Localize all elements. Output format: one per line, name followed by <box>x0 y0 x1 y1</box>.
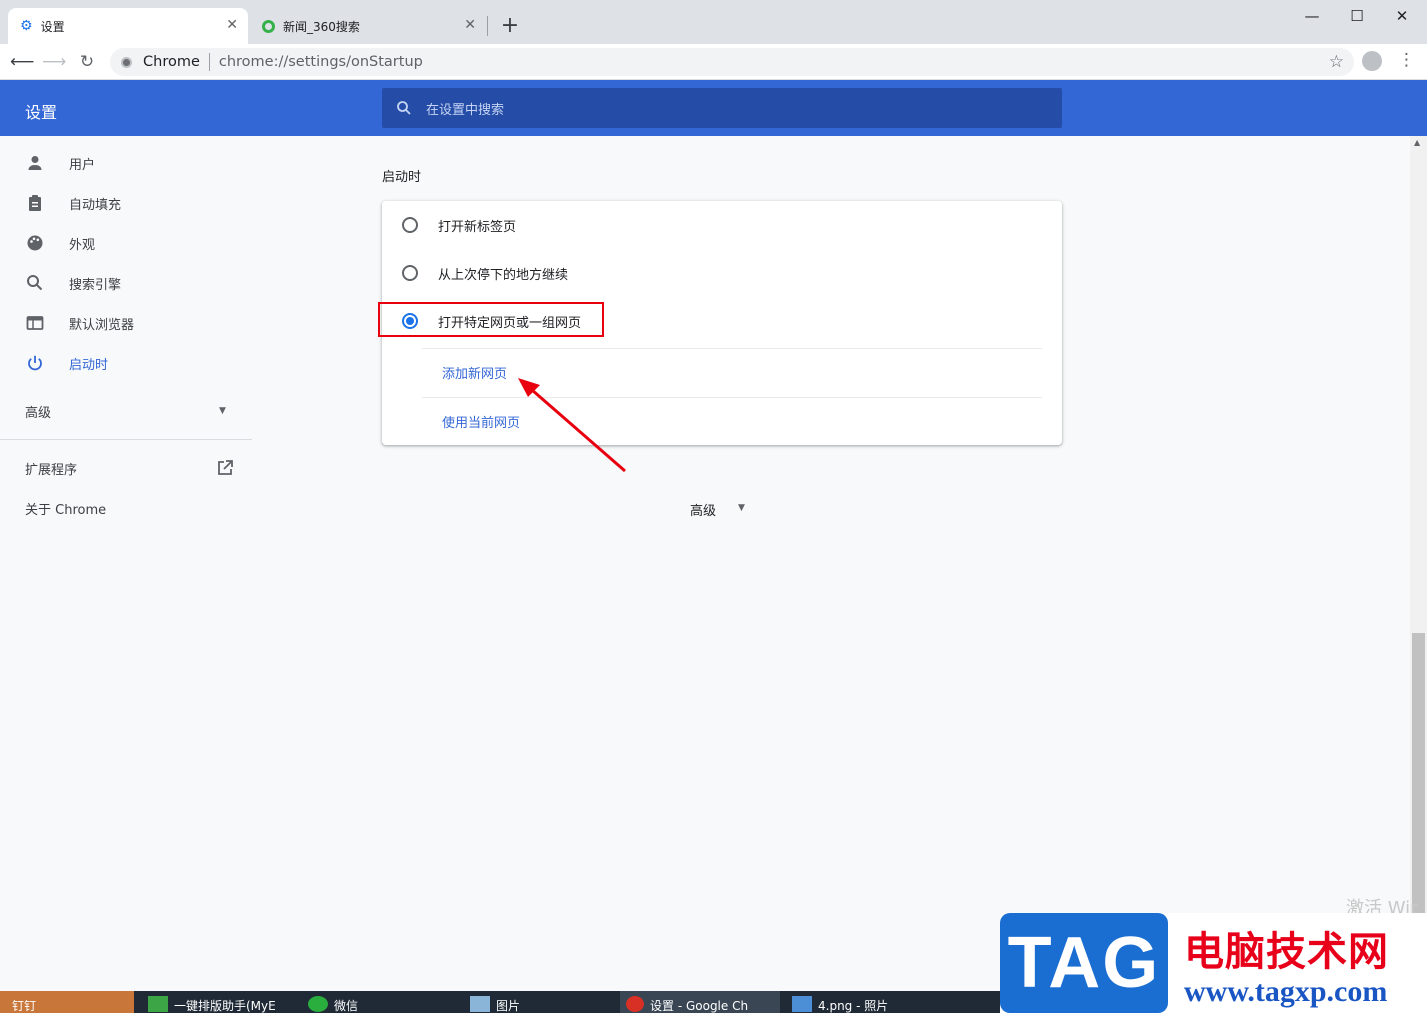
sidebar-item-extensions[interactable]: 扩展程序 <box>0 448 252 488</box>
settings-search-input[interactable]: 在设置中搜索 <box>382 88 1062 128</box>
palette-icon <box>27 235 43 251</box>
taskbar-label: 图片 <box>496 999 521 1013</box>
browser-window-icon <box>26 316 44 330</box>
person-icon <box>28 156 42 170</box>
omnibox-url: chrome://settings/onStartup <box>218 54 423 70</box>
taskbar-item-dingtalk[interactable]: 钉钉 <box>0 991 134 1013</box>
page-title: 设置 <box>25 103 58 122</box>
gear-icon: ⚙ <box>20 18 33 34</box>
sidebar-item-on-startup[interactable]: 启动时 <box>0 343 252 383</box>
browser-toolbar: ⟵ ⟶ ↻ Chrome chrome://settings/onStartup… <box>0 44 1427 80</box>
search-placeholder: 在设置中搜索 <box>426 102 505 118</box>
logo-chinese-text: 电脑技术网 <box>1184 929 1389 975</box>
app-icon <box>148 996 168 1012</box>
minimize-button[interactable]: — <box>1292 4 1332 28</box>
omnibox-divider <box>208 53 210 71</box>
tab-title: 新闻_360搜索 <box>283 19 360 34</box>
dropdown-arrow-icon: ▼ <box>219 406 226 416</box>
logo-url-text: www.tagxp.com <box>1184 975 1388 1008</box>
taskbar-item-wechat[interactable]: 微信 <box>302 991 452 1013</box>
sidebar-item-about-chrome[interactable]: 关于 Chrome <box>0 488 252 528</box>
close-tab-icon[interactable]: ✕ <box>464 17 476 33</box>
power-icon <box>28 355 42 371</box>
bookmark-star-icon[interactable]: ☆ <box>1329 52 1344 72</box>
profile-avatar-icon[interactable] <box>1362 51 1382 71</box>
radio-label: 从上次停下的地方继续 <box>438 267 569 283</box>
sidebar-item-label: 启动时 <box>69 357 109 373</box>
folder-icon <box>470 996 490 1012</box>
open-in-new-icon <box>218 460 233 475</box>
search-icon <box>397 101 411 115</box>
maximize-button[interactable]: ☐ <box>1337 4 1377 28</box>
sidebar-item-search-engine[interactable]: 搜索引擎 <box>0 263 252 303</box>
chrome-icon <box>626 996 644 1012</box>
sidebar-item-label: 外观 <box>69 237 96 253</box>
about-chrome-label: 关于 Chrome <box>25 502 107 518</box>
extensions-label: 扩展程序 <box>25 462 78 478</box>
sidebar-item-label: 默认浏览器 <box>69 317 135 333</box>
advanced-footer-label: 高级 <box>690 504 717 519</box>
radio-continue-where-left-off[interactable]: 从上次停下的地方继续 <box>382 249 1062 297</box>
scroll-up-arrow-icon[interactable]: ▲ <box>1414 138 1420 147</box>
taskbar-label: 钉钉 <box>12 999 37 1013</box>
sidebar-item-people[interactable]: 用户 <box>0 143 252 183</box>
reload-button[interactable]: ↻ <box>75 50 99 74</box>
settings-header: 设置 在设置中搜索 <box>0 80 1427 136</box>
sidebar-advanced-toggle[interactable]: 高级 ▼ <box>0 391 252 431</box>
taskbar-item-layout-helper[interactable]: 一键排版助手(MyE <box>142 991 292 1013</box>
tab-title: 设置 <box>40 19 65 34</box>
address-bar[interactable]: Chrome chrome://settings/onStartup ☆ <box>110 48 1354 76</box>
taskbar-item-photos[interactable]: 4.png - 照片 <box>786 991 956 1013</box>
settings-sidebar: 用户 自动填充 外观 搜索引擎 默认浏览器 启动时 高级 ▼ 扩展程序 关于 C… <box>0 136 252 991</box>
taskbar-label: 微信 <box>334 999 359 1013</box>
dropdown-arrow-icon: ▼ <box>738 503 745 513</box>
menu-kebab-icon[interactable]: ⋮ <box>1398 50 1415 70</box>
advanced-section-toggle[interactable]: 高级 ▼ <box>690 500 745 520</box>
radio-label: 打开新标签页 <box>438 219 517 235</box>
wechat-icon <box>308 996 328 1012</box>
radio-open-new-tab[interactable]: 打开新标签页 <box>382 201 1062 249</box>
sidebar-divider <box>0 439 252 440</box>
section-title: 启动时 <box>382 170 422 185</box>
annotation-arrow <box>518 378 626 473</box>
link-label: 添加新网页 <box>442 367 508 382</box>
logo-tag-text: TAG <box>1000 913 1168 1013</box>
sidebar-item-label: 用户 <box>69 157 96 173</box>
tagxp-logo-watermark: TAG 电脑技术网 www.tagxp.com <box>1000 913 1427 1013</box>
omnibox-scheme-label: Chrome <box>143 54 200 70</box>
forward-button[interactable]: ⟶ <box>42 50 66 74</box>
radio-button[interactable] <box>402 265 418 281</box>
search-icon <box>27 275 43 291</box>
chrome-page-icon <box>121 56 132 68</box>
taskbar-label: 一键排版助手(MyE <box>174 999 276 1013</box>
sidebar-item-default-browser[interactable]: 默认浏览器 <box>0 303 252 343</box>
new-tab-button[interactable]: + <box>498 12 522 40</box>
annotation-highlight-box <box>378 302 604 337</box>
taskbar-label: 4.png - 照片 <box>818 999 889 1013</box>
tab-separator <box>487 16 488 36</box>
back-button[interactable]: ⟵ <box>10 50 34 74</box>
tab-strip: ⚙ 设置 ✕ 新闻_360搜索 ✕ + — ☐ ✕ <box>0 0 1427 44</box>
tab-settings[interactable]: ⚙ 设置 ✕ <box>8 8 248 44</box>
taskbar-item-pictures[interactable]: 图片 <box>464 991 614 1013</box>
sidebar-item-label: 自动填充 <box>69 197 122 213</box>
360-search-icon <box>262 19 275 33</box>
tab-360-news[interactable]: 新闻_360搜索 ✕ <box>250 8 486 44</box>
close-tab-icon[interactable]: ✕ <box>226 17 238 33</box>
advanced-label: 高级 <box>25 405 52 421</box>
sidebar-item-appearance[interactable]: 外观 <box>0 223 252 263</box>
radio-button[interactable] <box>402 217 418 233</box>
sidebar-item-label: 搜索引擎 <box>69 277 122 293</box>
link-label: 使用当前网页 <box>442 416 521 431</box>
clipboard-icon <box>29 195 41 211</box>
scrollbar[interactable]: ▲ <box>1410 136 1427 991</box>
close-window-button[interactable]: ✕ <box>1382 4 1422 28</box>
taskbar-item-chrome-settings[interactable]: 设置 - Google Ch <box>620 991 780 1013</box>
taskbar-label: 设置 - Google Ch <box>650 999 749 1013</box>
sidebar-item-autofill[interactable]: 自动填充 <box>0 183 252 223</box>
photos-icon <box>792 996 812 1012</box>
